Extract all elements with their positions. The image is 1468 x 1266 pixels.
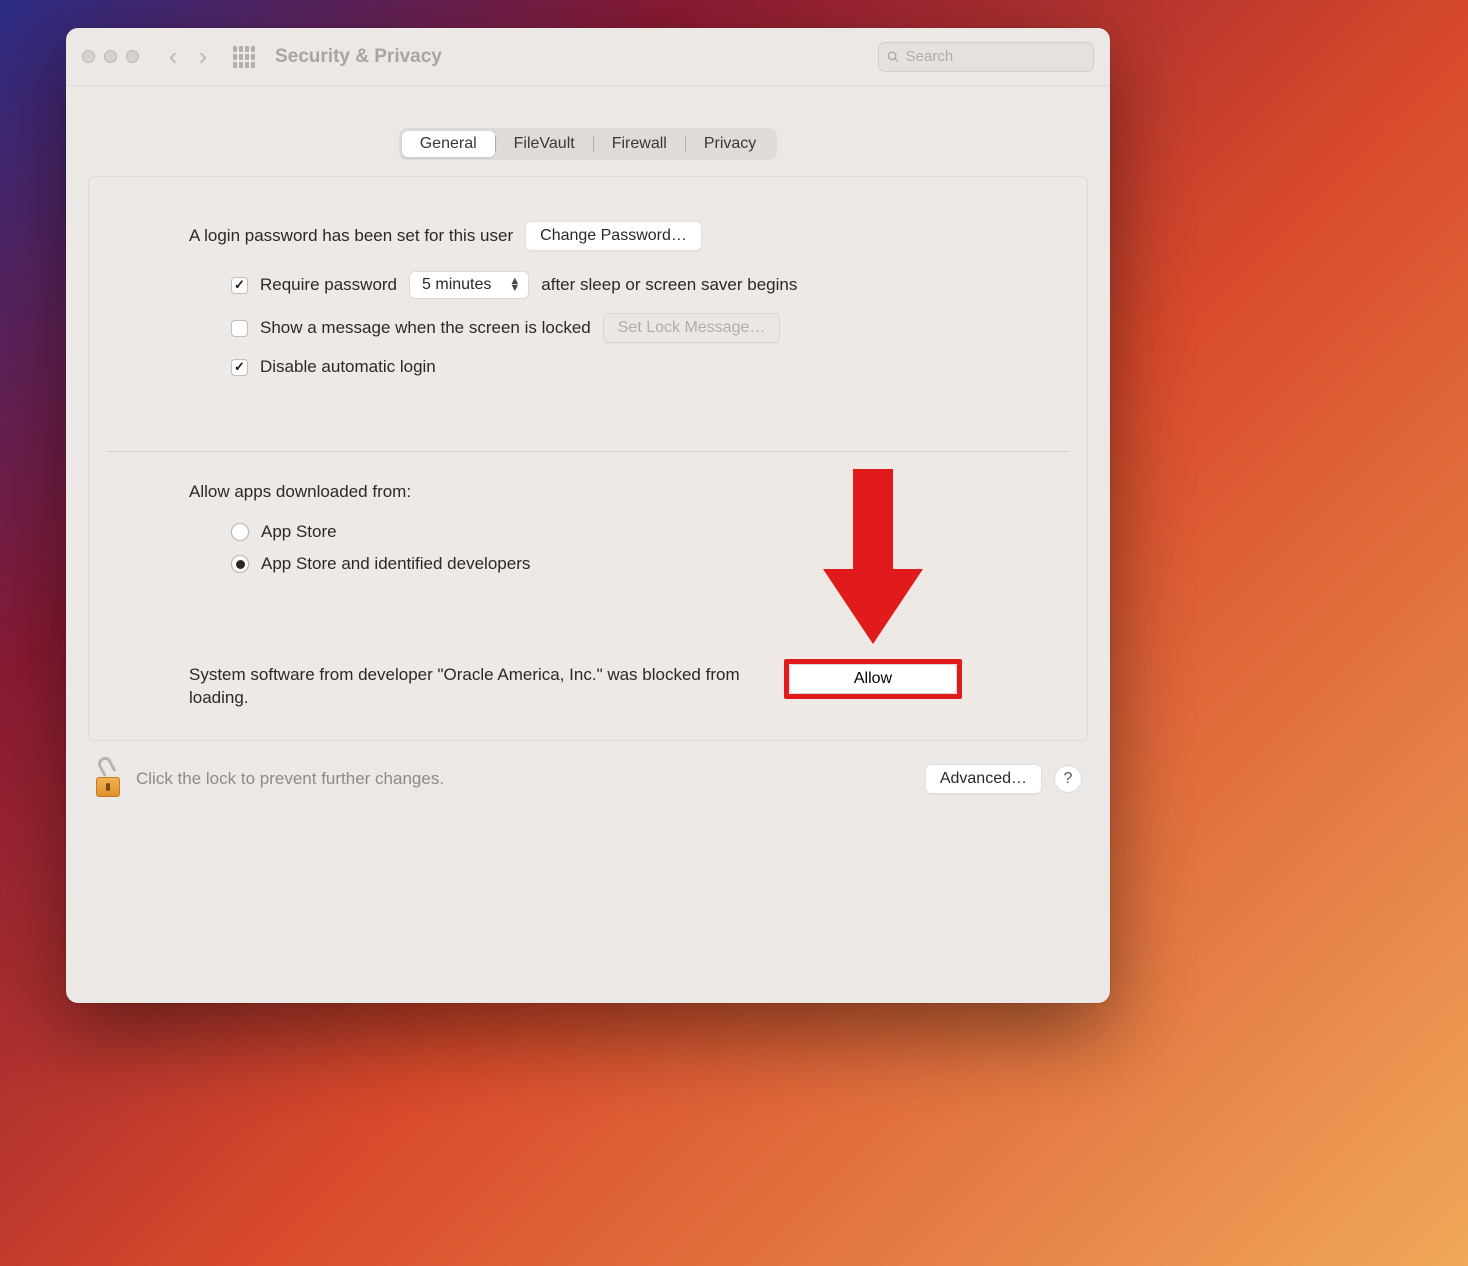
blocked-software-row: System software from developer "Oracle A… bbox=[189, 664, 987, 710]
disable-auto-login-checkbox[interactable] bbox=[231, 359, 248, 376]
change-password-button[interactable]: Change Password… bbox=[525, 221, 702, 251]
lock-icon[interactable] bbox=[94, 761, 122, 797]
require-password-delay-select[interactable]: 5 minutes ▲▼ bbox=[409, 271, 529, 299]
disable-auto-login-row: Disable automatic login bbox=[231, 357, 987, 377]
window-title: Security & Privacy bbox=[275, 46, 442, 68]
help-button[interactable]: ? bbox=[1054, 765, 1082, 793]
gatekeeper-section: Allow apps downloaded from: App Store Ap… bbox=[89, 452, 1087, 710]
after-sleep-text: after sleep or screen saver begins bbox=[541, 275, 797, 295]
nav-buttons: ‹ › bbox=[169, 43, 207, 71]
window-toolbar: ‹ › Security & Privacy bbox=[66, 28, 1110, 86]
tab-general[interactable]: General bbox=[402, 131, 495, 157]
require-password-row: Require password 5 minutes ▲▼ after slee… bbox=[231, 271, 987, 299]
back-button[interactable]: ‹ bbox=[169, 43, 177, 71]
lock-hint-text: Click the lock to prevent further change… bbox=[136, 769, 911, 789]
security-privacy-window: ‹ › Security & Privacy General FileVault… bbox=[66, 28, 1110, 1003]
login-section: A login password has been set for this u… bbox=[89, 221, 1087, 451]
password-set-text: A login password has been set for this u… bbox=[189, 226, 513, 246]
password-set-row: A login password has been set for this u… bbox=[189, 221, 987, 251]
traffic-lights bbox=[82, 50, 139, 63]
tab-privacy[interactable]: Privacy bbox=[686, 131, 774, 157]
show-message-row: Show a message when the screen is locked… bbox=[231, 313, 987, 343]
content-panel: A login password has been set for this u… bbox=[88, 176, 1088, 741]
advanced-button[interactable]: Advanced… bbox=[925, 764, 1042, 794]
allow-button[interactable]: Allow bbox=[789, 664, 957, 694]
tab-bar: General FileVault Firewall Privacy bbox=[66, 86, 1110, 160]
show-message-checkbox[interactable] bbox=[231, 320, 248, 337]
set-lock-message-button: Set Lock Message… bbox=[603, 313, 781, 343]
allow-button-wrapper: Allow bbox=[789, 664, 957, 694]
require-password-checkbox[interactable] bbox=[231, 277, 248, 294]
search-icon bbox=[887, 50, 900, 64]
footer-buttons: Advanced… ? bbox=[925, 764, 1082, 794]
segmented-control: General FileVault Firewall Privacy bbox=[399, 128, 778, 160]
show-all-icon[interactable] bbox=[233, 46, 255, 68]
window-footer: Click the lock to prevent further change… bbox=[66, 741, 1110, 821]
search-input[interactable] bbox=[906, 48, 1085, 65]
show-message-label: Show a message when the screen is locked bbox=[260, 318, 591, 338]
forward-button[interactable]: › bbox=[199, 43, 207, 71]
tab-filevault[interactable]: FileVault bbox=[496, 131, 593, 157]
annotation-arrow-icon bbox=[823, 469, 923, 649]
option-app-store-label: App Store bbox=[261, 522, 337, 542]
zoom-window-button[interactable] bbox=[126, 50, 139, 63]
disable-auto-login-label: Disable automatic login bbox=[260, 357, 436, 377]
close-window-button[interactable] bbox=[82, 50, 95, 63]
stepper-icon: ▲▼ bbox=[509, 278, 520, 292]
blocked-software-text: System software from developer "Oracle A… bbox=[189, 664, 769, 710]
option-app-store-identified-label: App Store and identified developers bbox=[261, 554, 530, 574]
require-password-label: Require password bbox=[260, 275, 397, 295]
search-field[interactable] bbox=[878, 42, 1094, 72]
delay-value: 5 minutes bbox=[422, 276, 491, 294]
radio-app-store-identified[interactable] bbox=[231, 555, 249, 573]
radio-app-store[interactable] bbox=[231, 523, 249, 541]
tab-firewall[interactable]: Firewall bbox=[594, 131, 685, 157]
minimize-window-button[interactable] bbox=[104, 50, 117, 63]
